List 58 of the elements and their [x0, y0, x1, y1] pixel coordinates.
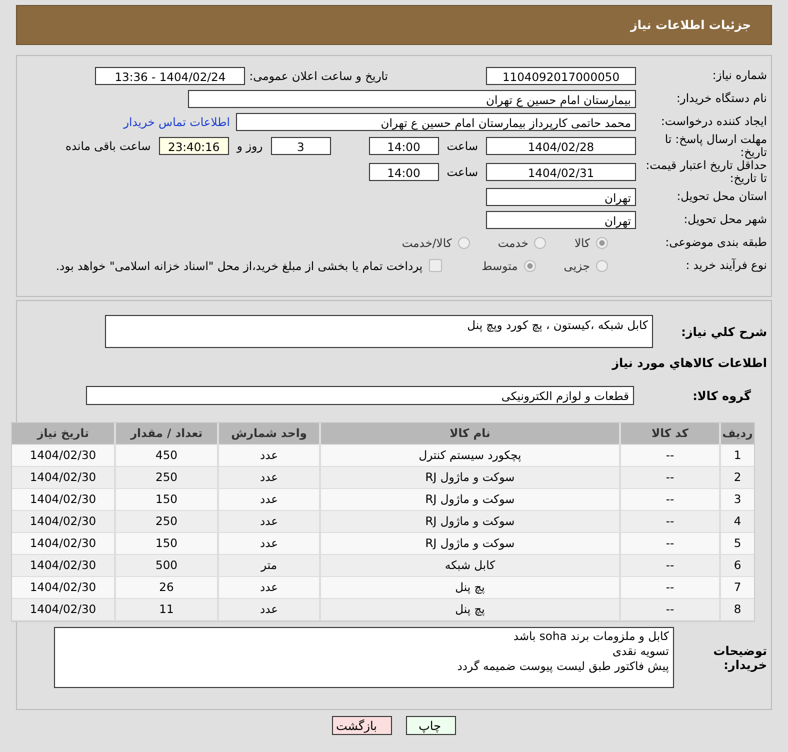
table-cell-text: 1404/02/30: [28, 447, 98, 464]
radio-button[interactable]: [596, 236, 608, 248]
countdown-field: 23:40:16: [158, 137, 229, 155]
radio-label: جزیی: [564, 258, 590, 272]
note-line: تسویه نقدی: [612, 644, 669, 659]
table-cell: 8: [719, 599, 754, 620]
page-title: جزئیات اطلاعات نیاز: [630, 18, 751, 32]
radio-button[interactable]: [524, 260, 536, 272]
radio-label: متوسط: [482, 258, 518, 272]
radio-button[interactable]: [534, 236, 546, 248]
section-title: اطلاعات کالاهاي مورد نياز: [610, 356, 768, 370]
table-cell-text: 1404/02/30: [28, 601, 98, 618]
field-label: گروه کالا:: [692, 388, 752, 402]
checkbox[interactable]: [428, 259, 442, 272]
radio-label: کالا: [574, 236, 590, 250]
time-field: 14:00: [368, 137, 439, 155]
field-label: طبقه بندی موضوعی:: [664, 236, 768, 249]
note-line: پیش فاکتور طبق لیست پیوست ضمیمه گردد: [456, 659, 669, 674]
table-cell-text: 1404/02/30: [28, 513, 98, 530]
column-header: تاریخ نیاز: [36, 425, 90, 442]
field-label: نام دستگاه خریدار:: [675, 92, 768, 105]
field-label: مهلت ارسال پاسخ: تا تاریخ:: [664, 133, 768, 159]
field-label: شماره نیاز:: [711, 69, 768, 82]
days-field: 3: [270, 137, 331, 155]
table-cell-text: 1404/02/30: [28, 579, 98, 596]
time-field: 14:00: [368, 163, 439, 181]
table-cell-text: 1404/02/30: [28, 469, 98, 486]
print-button[interactable]: چاپ: [406, 716, 456, 735]
radio-label: کالا/خدمت: [402, 236, 452, 250]
field-label: شرح کلي نياز:: [680, 324, 768, 338]
radio-label: خدمت: [498, 236, 528, 250]
field-label: شهر محل تحویل:: [682, 213, 768, 226]
date-field: 1404/02/31: [486, 163, 636, 181]
date-field: 1404/02/28: [486, 137, 636, 155]
field-label: توضیحات خریدار:: [712, 644, 768, 672]
back-button[interactable]: بازگشت: [332, 716, 392, 735]
table-cell-text: 1404/02/30: [28, 491, 98, 508]
table-cell-text: 1404/02/30: [28, 535, 98, 552]
table-cell: --: [619, 599, 719, 620]
field-label: روز و: [236, 139, 263, 153]
table-cell-text: 1404/02/30: [28, 557, 98, 574]
table-cell: عدد: [217, 599, 319, 620]
description-area: کابل شبکه ،کیستون ، پچ کورد وپچ پنل: [105, 315, 653, 348]
field-label: حداقل تاریخ اعتبار قیمت: تا تاریخ:: [644, 159, 768, 185]
field-label: ساعت: [446, 165, 478, 179]
field-label: تاریخ و ساعت اعلان عمومی:: [249, 68, 388, 82]
checkbox-label: پرداخت تمام یا بخشی از مبلغ خرید،از محل "اسناد خزانه اسلامی" خواهد بود.: [56, 258, 423, 272]
field-label: ساعت باقی مانده: [66, 139, 151, 153]
field-label: ایجاد کننده درخواست:: [660, 115, 768, 128]
field-label: ساعت: [446, 139, 478, 153]
field-label: استان محل تحویل:: [676, 190, 768, 203]
radio-button[interactable]: [596, 260, 608, 272]
note-line: کابل و ملزومات برند soha باشد: [512, 629, 669, 644]
table-cell: 11: [114, 599, 217, 620]
contact-link[interactable]: اطلاعات تماس خریدار: [123, 114, 230, 128]
table-cell: پچ پنل: [319, 599, 619, 620]
radio-button[interactable]: [458, 236, 470, 248]
field-label: نوع فرآیند خرید :: [684, 259, 768, 272]
